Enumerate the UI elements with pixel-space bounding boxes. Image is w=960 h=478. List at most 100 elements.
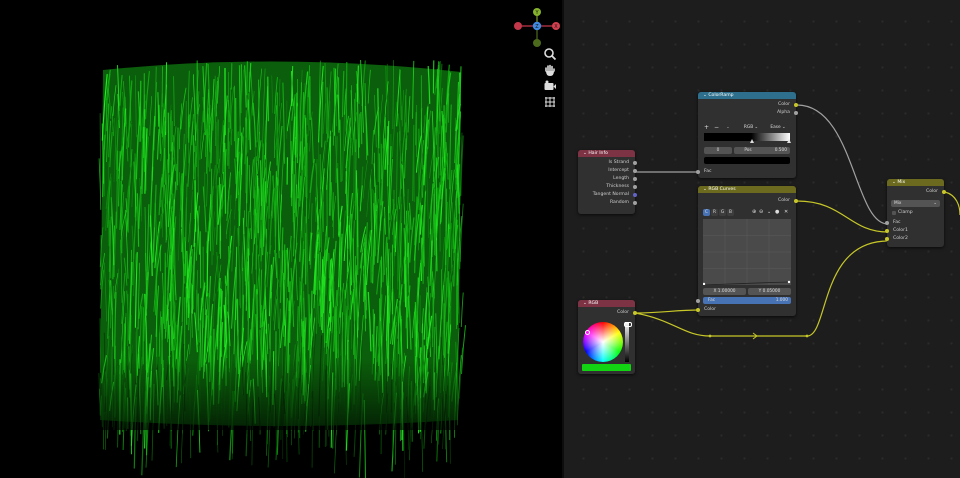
grass-hair-render	[95, 59, 467, 478]
gizmo-neg-z-axis	[533, 39, 541, 47]
clip-icon[interactable]: ●	[775, 209, 779, 215]
curve-point-end	[787, 280, 791, 284]
value-slider-handle[interactable]	[624, 322, 632, 327]
y-readout-field[interactable]: Y 0.05000	[748, 288, 791, 295]
color-wheel-cursor[interactable]	[585, 330, 590, 335]
socket-color[interactable]	[794, 199, 798, 203]
zoom-icon[interactable]	[543, 47, 557, 61]
fac-label: Fac	[708, 298, 716, 303]
socket-fac[interactable]	[696, 299, 700, 303]
input-color: Color	[704, 307, 716, 312]
channel-r-tab[interactable]: R	[711, 209, 718, 216]
socket-color2[interactable]	[885, 237, 889, 241]
chevron-down-icon: ⌄	[933, 201, 937, 206]
color-stop-black[interactable]	[750, 139, 754, 143]
output-color: Color	[926, 189, 938, 194]
navigation-gizmo[interactable]: Y X Z	[512, 6, 562, 50]
node-rgb-curves-header[interactable]: ⌄ RGB Curves	[698, 186, 796, 193]
node-rgb[interactable]: ⌄ RGB Color	[578, 300, 637, 374]
zoom-in-icon[interactable]: ⊕	[752, 209, 756, 215]
node-color-ramp[interactable]: ⌄ ColorRamp Color Alpha + − ⌄ RGB ⌄ Ease…	[696, 92, 798, 178]
socket-color1[interactable]	[885, 229, 889, 233]
socket-alpha[interactable]	[794, 111, 798, 115]
color-mode-select[interactable]: RGB ⌄	[738, 124, 764, 131]
node-hair-info-header[interactable]: ⌄ Hair Info	[578, 150, 635, 157]
output-color: Color	[778, 102, 790, 107]
node-rgb-curves[interactable]: ⌄ RGB Curves Color C R G B ⊕ ⊖ ⌄ ● ✕ X 1…	[696, 186, 798, 316]
node-title: ⌄ RGB	[583, 301, 599, 306]
socket-random[interactable]	[633, 201, 637, 205]
pos-value: 0.500	[774, 148, 787, 153]
node-mix[interactable]: ⌄ Mix Color Mix ⌄ Clamp Fac Color1 Color…	[885, 179, 946, 247]
grid-icon[interactable]	[543, 95, 557, 109]
output-color: Color	[617, 310, 629, 315]
node-mix-header[interactable]: ⌄ Mix	[887, 179, 944, 186]
channel-c-tab[interactable]: C	[703, 209, 710, 216]
value-slider[interactable]	[625, 322, 629, 362]
stop-index-field[interactable]: 0	[704, 147, 732, 154]
close-icon[interactable]: ✕	[784, 209, 788, 215]
stop-color-swatch[interactable]	[704, 157, 790, 164]
output-length: Length	[613, 176, 629, 181]
fac-slider[interactable]: Fac 1.000	[703, 297, 791, 304]
output-tangent-normal: Tangent Normal	[592, 192, 629, 197]
camera-icon[interactable]	[543, 79, 557, 93]
color-stop-white[interactable]	[787, 139, 791, 143]
remove-stop-button[interactable]: −	[714, 124, 719, 131]
blend-mode-select[interactable]: Mix ⌄	[891, 200, 940, 207]
socket-fac[interactable]	[885, 221, 889, 225]
socket-color[interactable]	[633, 311, 637, 315]
node-title: ⌄ Hair Info	[583, 151, 608, 156]
node-title: ⌄ RGB Curves	[703, 187, 736, 192]
output-intercept: Intercept	[608, 168, 629, 173]
blend-mode-value: Mix	[894, 201, 902, 206]
curve-graph[interactable]	[703, 219, 791, 285]
socket-intercept[interactable]	[633, 169, 637, 173]
node-hair-info[interactable]: ⌄ Hair Info Is Strand Intercept Length T…	[578, 150, 637, 214]
socket-thickness[interactable]	[633, 185, 637, 189]
fac-value: 1.000	[775, 298, 788, 303]
color-wheel[interactable]	[583, 322, 623, 362]
node-color-ramp-header[interactable]: ⌄ ColorRamp	[698, 92, 796, 99]
socket-length[interactable]	[633, 177, 637, 181]
channel-b-tab[interactable]: B	[727, 209, 734, 216]
output-is-strand: Is Strand	[608, 160, 629, 165]
input-fac: Fac	[893, 220, 901, 225]
channel-g-tab[interactable]: G	[719, 209, 726, 216]
viewport-3d[interactable]: Y X Z	[0, 0, 562, 478]
link-rgb-to-curves	[634, 309, 701, 314]
output-color: Color	[778, 198, 790, 203]
zoom-out-icon[interactable]: ⊖	[759, 209, 763, 215]
link-ramp-color-to-mix-fac	[796, 104, 889, 225]
socket-is-strand[interactable]	[633, 161, 637, 165]
socket-color[interactable]	[794, 103, 798, 107]
color-ramp-gradient[interactable]	[704, 133, 790, 141]
input-color1: Color1	[893, 228, 908, 233]
clamp-label: Clamp	[898, 210, 913, 215]
stop-position-field[interactable]: Pos 0.500	[734, 147, 790, 154]
color-swatch[interactable]	[582, 364, 631, 371]
output-random: Random	[609, 200, 629, 205]
socket-tangent-normal[interactable]	[633, 193, 637, 197]
node-rgb-header[interactable]: ⌄ RGB	[578, 300, 635, 307]
gizmo-x-label: X	[554, 24, 558, 30]
socket-color[interactable]	[942, 190, 946, 194]
link-mix-output	[944, 191, 960, 216]
output-alpha: Alpha	[776, 110, 790, 115]
clamp-checkbox[interactable]	[892, 211, 896, 215]
shader-node-editor[interactable]: ⌄ Hair Info Is Strand Intercept Length T…	[564, 0, 960, 478]
chevron-down-icon[interactable]: ⌄	[726, 124, 730, 131]
gizmo-z-label: Z	[535, 24, 539, 30]
node-title: ⌄ ColorRamp	[703, 93, 734, 98]
socket-color-input[interactable]	[696, 308, 700, 312]
add-stop-button[interactable]: +	[704, 124, 709, 131]
input-fac: Fac	[704, 169, 712, 174]
pos-label: Pos	[744, 148, 752, 153]
x-readout-field[interactable]: X 1.00000	[703, 288, 746, 295]
hand-icon[interactable]	[543, 63, 557, 77]
output-thickness: Thickness	[606, 184, 629, 189]
chevron-down-icon[interactable]: ⌄	[767, 209, 771, 215]
socket-fac[interactable]	[696, 170, 700, 174]
interpolation-select[interactable]: Ease ⌄	[764, 124, 792, 131]
node-title: ⌄ Mix	[892, 180, 906, 185]
